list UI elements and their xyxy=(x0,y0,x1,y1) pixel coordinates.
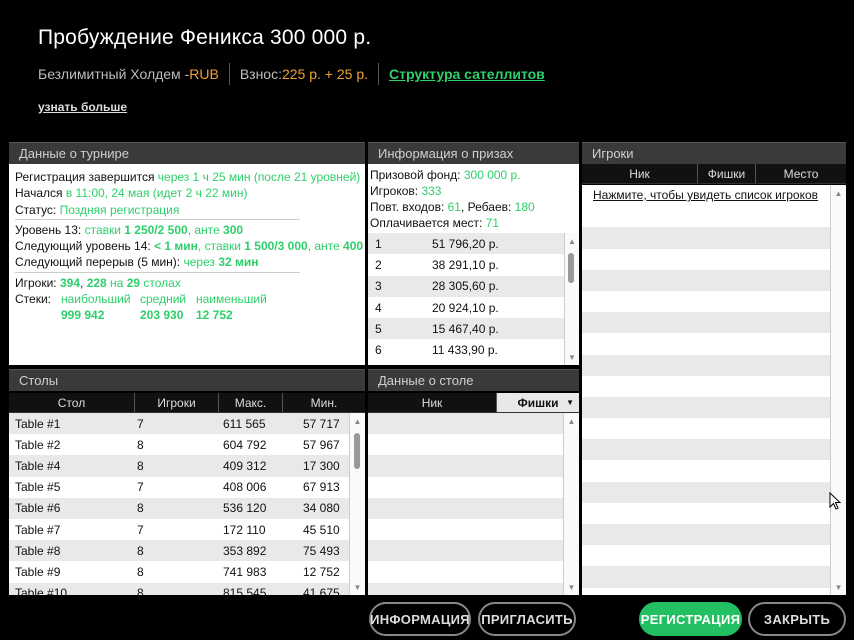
tournament-subline: Безлимитный Холдем - RUB Взнос: 225 р. +… xyxy=(38,62,545,86)
col-place[interactable]: Место xyxy=(756,164,846,183)
col-min[interactable]: Мин. xyxy=(283,393,365,412)
col-nick[interactable]: Ник xyxy=(582,164,698,183)
stack-largest-value: 999 942 xyxy=(61,308,105,323)
table-row[interactable]: Table #1 7 611 565 57 717 xyxy=(9,413,365,435)
mouse-cursor-icon xyxy=(829,492,841,510)
sort-desc-icon: ▼ xyxy=(566,398,574,407)
players-list: Нажмите, чтобы увидеть список игроков ▲ … xyxy=(582,185,846,595)
started-line: Начался в 11:00, 24 мая (идет 2 ч 22 мин… xyxy=(15,186,248,201)
players-scrollbar[interactable]: ▲ ▼ xyxy=(830,185,846,595)
tables-columns: Стол Игроки Макс. Мин. xyxy=(9,393,365,413)
invite-button[interactable]: ПРИГЛАСИТЬ xyxy=(478,602,576,636)
tournament-panel-header: Данные о турнире xyxy=(9,142,365,164)
table-row[interactable]: Table #7 7 172 110 45 510 xyxy=(9,518,365,541)
tournament-panel: Регистрация завершится через 1 ч 25 мин … xyxy=(9,164,365,365)
tables-scrollbar[interactable]: ▲ ▼ xyxy=(349,413,365,595)
scroll-down-icon[interactable]: ▼ xyxy=(350,580,365,594)
stacks-labels-row: Стеки: наибольший средний наименьший xyxy=(15,291,359,307)
col-nick[interactable]: Ник xyxy=(368,393,497,412)
table-row[interactable]: Table #6 8 536 120 34 080 xyxy=(9,497,365,519)
scroll-down-icon[interactable]: ▼ xyxy=(831,580,846,594)
stack-smallest-value: 12 752 xyxy=(196,308,233,323)
next-break-line: Следующий перерыв (5 мин): через 32 мин xyxy=(15,255,259,270)
table-info-list: ▲ ▼ xyxy=(368,413,579,595)
stack-avg-label: средний xyxy=(140,292,187,307)
stacks-label: Стеки: xyxy=(15,292,51,307)
learn-more-link[interactable]: узнать больше xyxy=(38,100,127,114)
divider xyxy=(15,271,300,273)
next-level-line: Следующий уровень 14: < 1 мин, ставки 1 … xyxy=(15,239,364,254)
table-row[interactable]: Table #5 7 408 006 67 913 xyxy=(9,476,365,498)
satellite-structure-link[interactable]: Структура сателлитов xyxy=(389,66,545,82)
scroll-down-icon[interactable]: ▼ xyxy=(565,350,579,364)
paid-places-line: Оплачивается мест: 71 xyxy=(370,216,500,230)
stack-largest-label: наибольший xyxy=(61,292,131,307)
scroll-up-icon[interactable]: ▲ xyxy=(350,414,365,428)
stack-smallest-label: наименьший xyxy=(196,292,267,307)
close-button[interactable]: ЗАКРЫТЬ xyxy=(748,602,846,636)
players-columns: Ник Фишки Место xyxy=(582,164,846,184)
players-line: Игроки: 394, 228 на 29 столах xyxy=(15,275,181,290)
divider xyxy=(378,63,380,85)
stack-avg-value: 203 930 xyxy=(140,308,184,323)
buyin-label: Взнос: xyxy=(239,66,282,82)
scroll-thumb[interactable] xyxy=(354,433,360,469)
table-info-scrollbar[interactable]: ▲ ▼ xyxy=(563,413,579,595)
scroll-up-icon[interactable]: ▲ xyxy=(565,234,579,248)
scroll-up-icon[interactable]: ▲ xyxy=(831,186,846,200)
status-line: Статус: Поздняя регистрация xyxy=(15,202,180,217)
reentries-line: Повт. входов: 61, Ребаев: 180 xyxy=(370,200,535,214)
scroll-thumb[interactable] xyxy=(568,253,574,283)
show-players-link[interactable]: Нажмите, чтобы увидеть список игроков xyxy=(593,188,818,202)
prizes-panel: Призовой фонд: 300 000 р. Игроков: 333 П… xyxy=(368,164,579,365)
table-info-panel-header: Данные о столе xyxy=(368,369,579,391)
col-max[interactable]: Макс. xyxy=(219,393,283,412)
scroll-up-icon[interactable]: ▲ xyxy=(564,414,579,428)
col-players[interactable]: Игроки xyxy=(135,393,219,412)
table-row[interactable]: Table #8 8 353 892 75 493 xyxy=(9,540,365,562)
col-chips[interactable]: Фишки xyxy=(698,164,756,183)
table-row[interactable]: Table #9 8 741 983 12 752 xyxy=(9,561,365,583)
info-button[interactable]: ИНФОРМАЦИЯ xyxy=(369,602,471,636)
prize-row: 5 15 467,40 р. xyxy=(368,318,564,340)
prize-row: 1 51 796,20 р. xyxy=(368,233,564,255)
buyin-value: 225 р. + 25 р. xyxy=(281,66,369,82)
prize-row: 6 11 433,90 р. xyxy=(368,339,564,361)
prizes-panel-header: Информация о призах xyxy=(368,142,579,164)
entries-line: Игроков: 333 xyxy=(370,184,442,198)
players-panel-header: Игроки xyxy=(582,142,846,164)
divider xyxy=(15,218,300,220)
register-button[interactable]: РЕГИСТРАЦИЯ xyxy=(639,602,742,636)
table-row[interactable]: Table #4 8 409 312 17 300 xyxy=(9,455,365,477)
level-line: Уровень 13: ставки 1 250/2 500, анте 300 xyxy=(15,222,244,237)
divider xyxy=(228,63,230,85)
scroll-down-icon[interactable]: ▼ xyxy=(564,580,579,594)
prize-row: 4 20 924,10 р. xyxy=(368,296,564,319)
prize-table: 1 51 796,20 р. 2 38 291,10 р. 3 28 305,60 р… xyxy=(368,233,564,361)
table-info-columns: Ник Фишки ▼ xyxy=(368,393,579,413)
registration-line: Регистрация завершится через 1 ч 25 мин … xyxy=(15,170,361,184)
col-table[interactable]: Стол xyxy=(9,393,135,412)
currency: RUB xyxy=(189,66,219,82)
prize-pool-line: Призовой фонд: 300 000 р. xyxy=(370,168,521,182)
prize-row: 2 38 291,10 р. xyxy=(368,254,564,276)
tables-panel-header: Столы xyxy=(9,369,365,391)
page-title: Пробуждение Феникса 300 000 р. xyxy=(38,26,372,49)
table-row[interactable]: Table #10 8 815 545 41 675 xyxy=(9,582,365,595)
tables-list: Table #1 7 611 565 57 717 Table #2 8 604 792 5… xyxy=(9,413,365,595)
prizes-scrollbar[interactable]: ▲ ▼ xyxy=(564,233,579,365)
prize-row: 3 28 305,60 р. xyxy=(368,275,564,297)
col-chips-sorted[interactable]: Фишки ▼ xyxy=(497,393,579,412)
game-type: Безлимитный Холдем - xyxy=(38,66,190,82)
table-row[interactable]: Table #2 8 604 792 57 967 xyxy=(9,434,365,456)
stacks-values-row: 999 942 203 930 12 752 xyxy=(15,307,359,323)
